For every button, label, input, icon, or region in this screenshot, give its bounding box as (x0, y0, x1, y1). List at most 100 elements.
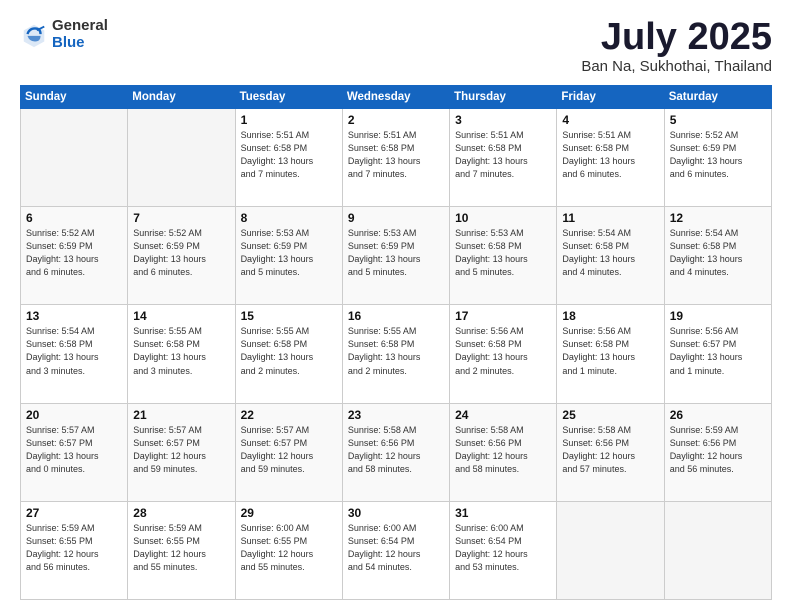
day-number: 9 (348, 211, 444, 225)
calendar-cell: 1 Sunrise: 5:51 AM Sunset: 6:58 PM Daylig… (235, 109, 342, 207)
day-number: 27 (26, 506, 122, 520)
day-number: 13 (26, 309, 122, 323)
day-number: 7 (133, 211, 229, 225)
calendar-cell: 29 Sunrise: 6:00 AM Sunset: 6:55 PM Dayli… (235, 501, 342, 599)
calendar-cell: 2 Sunrise: 5:51 AM Sunset: 6:58 PM Daylig… (342, 109, 449, 207)
calendar-cell: 18Sunrise: 5:56 AM Sunset: 6:58 PM Dayli… (557, 305, 664, 403)
calendar-cell: 3 Sunrise: 5:51 AM Sunset: 6:58 PM Daylig… (450, 109, 557, 207)
day-number: 5 (670, 113, 766, 127)
calendar-cell: 5Sunrise: 5:52 AM Sunset: 6:59 PM Daylig… (664, 109, 771, 207)
day-number: 21 (133, 408, 229, 422)
day-info: Sunrise: 5:57 AM Sunset: 6:57 PM Dayligh… (133, 424, 229, 476)
calendar-cell: 31Sunrise: 6:00 AM Sunset: 6:54 PM Dayli… (450, 501, 557, 599)
calendar-cell: 24 Sunrise: 5:58 AM Sunset: 6:56 PM Dayli… (450, 403, 557, 501)
day-header-thursday: Thursday (450, 86, 557, 109)
calendar-cell: 26 Sunrise: 5:59 AM Sunset: 6:56 PM Dayli… (664, 403, 771, 501)
page: General Blue July 2025 Ban Na, Sukhothai… (0, 0, 792, 612)
day-info: Sunrise: 5:58 AM Sunset: 6:56 PM Dayligh… (455, 424, 551, 476)
day-number: 4 (562, 113, 658, 127)
day-number: 2 (348, 113, 444, 127)
day-info: Sunrise: 5:58 AM Sunset: 6:56 PM Dayligh… (348, 424, 444, 476)
day-number: 26 (670, 408, 766, 422)
day-number: 31 (455, 506, 551, 520)
logo-blue-text: Blue (52, 35, 108, 52)
day-header-saturday: Saturday (664, 86, 771, 109)
day-info: Sunrise: 6:00 AM Sunset: 6:55 PM Dayligh… (241, 522, 337, 574)
day-info: Sunrise: 5:54 AM Sunset: 6:58 PM Dayligh… (670, 227, 766, 279)
calendar-cell: 10 Sunrise: 5:53 AM Sunset: 6:58 PM Dayli… (450, 207, 557, 305)
logo-general-text: General (52, 18, 108, 35)
day-number: 19 (670, 309, 766, 323)
calendar-week-5: 27 Sunrise: 5:59 AM Sunset: 6:55 PM Dayli… (21, 501, 772, 599)
calendar-cell: 7 Sunrise: 5:52 AM Sunset: 6:59 PM Daylig… (128, 207, 235, 305)
day-info: Sunrise: 5:58 AM Sunset: 6:56 PM Dayligh… (562, 424, 658, 476)
calendar-cell: 25Sunrise: 5:58 AM Sunset: 6:56 PM Dayli… (557, 403, 664, 501)
calendar-cell: 21 Sunrise: 5:57 AM Sunset: 6:57 PM Dayli… (128, 403, 235, 501)
day-number: 10 (455, 211, 551, 225)
day-number: 23 (348, 408, 444, 422)
calendar-table: SundayMondayTuesdayWednesdayThursdayFrid… (20, 85, 772, 600)
day-number: 11 (562, 211, 658, 225)
calendar-cell (557, 501, 664, 599)
calendar-cell: 22Sunrise: 5:57 AM Sunset: 6:57 PM Dayli… (235, 403, 342, 501)
day-header-wednesday: Wednesday (342, 86, 449, 109)
calendar-cell: 17 Sunrise: 5:56 AM Sunset: 6:58 PM Dayli… (450, 305, 557, 403)
logo: General Blue (20, 18, 108, 51)
day-header-sunday: Sunday (21, 86, 128, 109)
logo-text: General Blue (52, 18, 108, 51)
calendar-cell (664, 501, 771, 599)
calendar-cell: 6 Sunrise: 5:52 AM Sunset: 6:59 PM Daylig… (21, 207, 128, 305)
day-number: 15 (241, 309, 337, 323)
day-number: 30 (348, 506, 444, 520)
day-number: 28 (133, 506, 229, 520)
day-info: Sunrise: 5:59 AM Sunset: 6:55 PM Dayligh… (133, 522, 229, 574)
calendar-cell: 8 Sunrise: 5:53 AM Sunset: 6:59 PM Daylig… (235, 207, 342, 305)
day-info: Sunrise: 5:51 AM Sunset: 6:58 PM Dayligh… (455, 129, 551, 181)
day-info: Sunrise: 5:52 AM Sunset: 6:59 PM Dayligh… (26, 227, 122, 279)
day-number: 29 (241, 506, 337, 520)
day-number: 6 (26, 211, 122, 225)
location: Ban Na, Sukhothai, Thailand (581, 58, 772, 75)
calendar-cell: 28 Sunrise: 5:59 AM Sunset: 6:55 PM Dayli… (128, 501, 235, 599)
day-number: 24 (455, 408, 551, 422)
day-info: Sunrise: 5:59 AM Sunset: 6:56 PM Dayligh… (670, 424, 766, 476)
month-title: July 2025 (581, 18, 772, 56)
day-info: Sunrise: 5:53 AM Sunset: 6:59 PM Dayligh… (348, 227, 444, 279)
day-info: Sunrise: 5:55 AM Sunset: 6:58 PM Dayligh… (348, 325, 444, 377)
day-number: 1 (241, 113, 337, 127)
day-info: Sunrise: 5:51 AM Sunset: 6:58 PM Dayligh… (241, 129, 337, 181)
day-header-tuesday: Tuesday (235, 86, 342, 109)
day-info: Sunrise: 5:53 AM Sunset: 6:59 PM Dayligh… (241, 227, 337, 279)
day-number: 17 (455, 309, 551, 323)
calendar-cell (21, 109, 128, 207)
title-block: July 2025 Ban Na, Sukhothai, Thailand (581, 18, 772, 75)
day-info: Sunrise: 5:56 AM Sunset: 6:58 PM Dayligh… (562, 325, 658, 377)
day-info: Sunrise: 5:53 AM Sunset: 6:58 PM Dayligh… (455, 227, 551, 279)
logo-icon (20, 21, 48, 49)
calendar-cell: 4Sunrise: 5:51 AM Sunset: 6:58 PM Daylig… (557, 109, 664, 207)
day-info: Sunrise: 5:59 AM Sunset: 6:55 PM Dayligh… (26, 522, 122, 574)
calendar-cell: 30 Sunrise: 6:00 AM Sunset: 6:54 PM Dayli… (342, 501, 449, 599)
calendar-week-2: 6 Sunrise: 5:52 AM Sunset: 6:59 PM Daylig… (21, 207, 772, 305)
day-header-monday: Monday (128, 86, 235, 109)
calendar-cell: 16Sunrise: 5:55 AM Sunset: 6:58 PM Dayli… (342, 305, 449, 403)
calendar-cell: 12Sunrise: 5:54 AM Sunset: 6:58 PM Dayli… (664, 207, 771, 305)
day-info: Sunrise: 6:00 AM Sunset: 6:54 PM Dayligh… (348, 522, 444, 574)
calendar-cell: 23 Sunrise: 5:58 AM Sunset: 6:56 PM Dayli… (342, 403, 449, 501)
day-number: 3 (455, 113, 551, 127)
calendar-cell: 27 Sunrise: 5:59 AM Sunset: 6:55 PM Dayli… (21, 501, 128, 599)
day-number: 8 (241, 211, 337, 225)
day-info: Sunrise: 5:57 AM Sunset: 6:57 PM Dayligh… (241, 424, 337, 476)
day-info: Sunrise: 5:52 AM Sunset: 6:59 PM Dayligh… (133, 227, 229, 279)
day-info: Sunrise: 5:56 AM Sunset: 6:58 PM Dayligh… (455, 325, 551, 377)
calendar-week-4: 20 Sunrise: 5:57 AM Sunset: 6:57 PM Dayli… (21, 403, 772, 501)
day-info: Sunrise: 5:56 AM Sunset: 6:57 PM Dayligh… (670, 325, 766, 377)
day-info: Sunrise: 5:51 AM Sunset: 6:58 PM Dayligh… (348, 129, 444, 181)
day-header-friday: Friday (557, 86, 664, 109)
calendar-cell: 20Sunrise: 5:57 AM Sunset: 6:57 PM Dayli… (21, 403, 128, 501)
day-info: Sunrise: 5:54 AM Sunset: 6:58 PM Dayligh… (562, 227, 658, 279)
calendar-cell: 13Sunrise: 5:54 AM Sunset: 6:58 PM Dayli… (21, 305, 128, 403)
day-number: 20 (26, 408, 122, 422)
day-info: Sunrise: 5:55 AM Sunset: 6:58 PM Dayligh… (241, 325, 337, 377)
calendar-week-3: 13Sunrise: 5:54 AM Sunset: 6:58 PM Dayli… (21, 305, 772, 403)
